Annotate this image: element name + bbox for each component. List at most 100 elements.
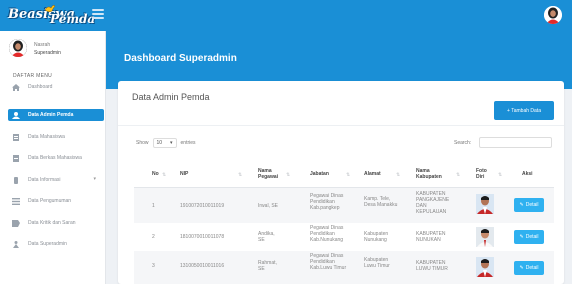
sort-icon[interactable]: ⇅ [238,172,242,178]
profile-role: Superadmin [34,50,61,56]
column-header-aksi[interactable]: Aksi [522,159,533,188]
edit-icon: ✎ [519,265,524,271]
entries-select[interactable]: 10 ▾ [152,138,177,148]
sidebar-item-data-superadmin[interactable]: Data Superadmin [8,238,104,250]
comment-icon [12,219,20,227]
sidebar-item-label: Data Pengumuman [28,198,72,204]
cell-kabupaten: KABUPATEN PANGKAJENE DAN KEPULAUAN [416,191,450,215]
sidebar-profile: Nasrah Superadmin [9,39,104,63]
cell-nama: Irwal, SE [258,203,279,209]
cell-jabatan: Pegawai Dinas Pendidikan Kab.pangkep [310,193,344,211]
cell-nama: Rahmat, SE [258,260,277,272]
sidebar-item-data-pengumuman[interactable]: Data Pengumuman [8,195,104,207]
table-row: 1 1910072010011019 Irwal, SE Pegawai Din… [134,188,554,223]
person-photo-icon [476,194,494,214]
cell-kabupaten: KABUPATEN LUWU TIMUR [416,260,448,272]
top-navbar: Beasiswa Pemda [0,0,572,31]
file-icon [12,154,20,162]
sidebar-item-data-kritik-dan-saran[interactable]: Data Kritik dan Saran [8,217,104,229]
detail-button[interactable]: ✎ Detail [514,198,544,212]
sidebar-item-data-admin-pemda[interactable]: Data Admin Pemda [8,109,104,121]
sort-icon[interactable]: ⇅ [498,172,502,178]
brand-logo[interactable]: Beasiswa Pemda [6,4,95,27]
cell-no: 2 [152,234,155,240]
profile-photo [476,257,494,277]
sidebar-item-dashboard[interactable]: Dashboard [8,81,104,93]
sidebar-item-data-informasi[interactable]: Data Informasi ▾ [8,174,104,186]
profile-avatar [9,39,27,57]
entries-value: 10 [156,140,163,146]
column-header-nip[interactable]: NIP [180,159,188,188]
edit-icon: ✎ [519,202,524,208]
brand-word-2: Pemda [50,12,96,26]
cell-nip: 1910072010011019 [180,203,225,209]
sort-icon[interactable]: ⇅ [346,172,350,178]
document-icon [12,133,20,141]
sidebar-item-label: Data Admin Pemda [28,112,74,118]
cell-alamat: Kabupaten Luwu Timur [364,257,390,269]
sidebar-item-data-mahasiswa[interactable]: Data Mahasiswa [8,131,104,143]
column-header-nama-kabupaten[interactable]: Nama Kabupaten [416,159,448,188]
column-header-alamat[interactable]: Alamat [364,159,381,188]
sort-icon[interactable]: ⇅ [162,172,166,178]
person-photo-icon [476,227,494,247]
cell-no: 1 [152,203,155,209]
info-icon [12,176,20,184]
sidebar: Nasrah Superadmin DAFTAR MENU Dashboard … [0,31,106,284]
sidebar-item-label: Dashboard [28,84,53,90]
show-label: Show [136,140,149,146]
entries-length-control: Show 10 ▾ entries [136,138,196,148]
column-header-nama-pegawai[interactable]: Nama Pegawai [258,159,282,188]
cell-alamat: Kamp. Tele, Desa Manakku [364,196,398,208]
cell-alamat: Kabupaten Nunukang [364,231,389,243]
search-input[interactable] [479,137,552,148]
sort-icon[interactable]: ⇅ [286,172,290,178]
profile-photo-icon [9,39,27,57]
card-divider [118,125,564,126]
user-avatar[interactable] [544,6,562,24]
avatar-icon [544,6,562,24]
add-data-button[interactable]: + Tambah Data [494,101,554,120]
chevron-down-icon: ▾ [93,176,96,182]
cell-jabatan: Pegawai Dinas Pendidikan Kab.Luwu Timur [310,253,347,271]
sort-icon[interactable]: ⇅ [456,172,460,178]
column-header-foto-diri[interactable]: Foto Diri [476,159,492,188]
column-header-no[interactable]: No [152,159,159,188]
profile-photo [476,227,494,247]
data-card: Data Admin Pemda + Tambah Data Show 10 ▾… [118,81,564,284]
profile-name: Nasrah [34,42,51,48]
sidebar-item-data-berkas-mahasiswa[interactable]: Data Berkas Mahasiswa [8,152,104,164]
detail-button[interactable]: ✎ Detail [514,261,544,275]
card-title: Data Admin Pemda [132,92,210,102]
chevron-down-icon: ▾ [170,140,173,146]
table-header: No ⇅ NIP ⇅ Nama Pegawai ⇅ Jabatan ⇅ Alam… [134,159,554,188]
cell-no: 3 [152,263,155,269]
sidebar-item-label: Data Informasi [28,177,61,183]
column-header-jabatan[interactable]: Jabatan [310,159,329,188]
person-icon [12,240,20,248]
cell-jabatan: Pegawai Dinas Pendidikan Kab.Nunukang [310,225,344,243]
table-row: 2 1810070010011078 Andika, SE Pegawai Di… [134,223,554,251]
search-label: Search: [454,140,472,146]
sidebar-item-label: Data Superadmin [28,241,67,247]
cell-nama: Andika, SE [258,231,275,243]
sidebar-item-label: Data Kritik dan Saran [28,220,76,226]
table-row: 3 1310050010011016 Rahmat, SE Pegawai Di… [134,251,554,284]
cell-nip: 1310050010011016 [180,263,225,269]
menu-header: DAFTAR MENU [13,73,53,79]
detail-button[interactable]: ✎ Detail [514,230,544,244]
detail-label: Detail [525,234,539,240]
sort-icon[interactable]: ⇅ [396,172,400,178]
profile-photo [476,194,494,214]
detail-label: Detail [525,265,539,271]
detail-label: Detail [525,202,539,208]
menu-toggle-icon[interactable] [92,9,104,21]
home-icon [12,83,20,91]
edit-icon: ✎ [519,234,524,240]
list-icon [12,197,20,205]
page-title: Dashboard Superadmin [124,53,237,64]
entries-label: entries [180,140,196,146]
user-icon [12,111,20,119]
sidebar-item-label: Data Berkas Mahasiswa [28,155,82,161]
cell-kabupaten: KABUPATEN NUNUKAN [416,231,446,243]
